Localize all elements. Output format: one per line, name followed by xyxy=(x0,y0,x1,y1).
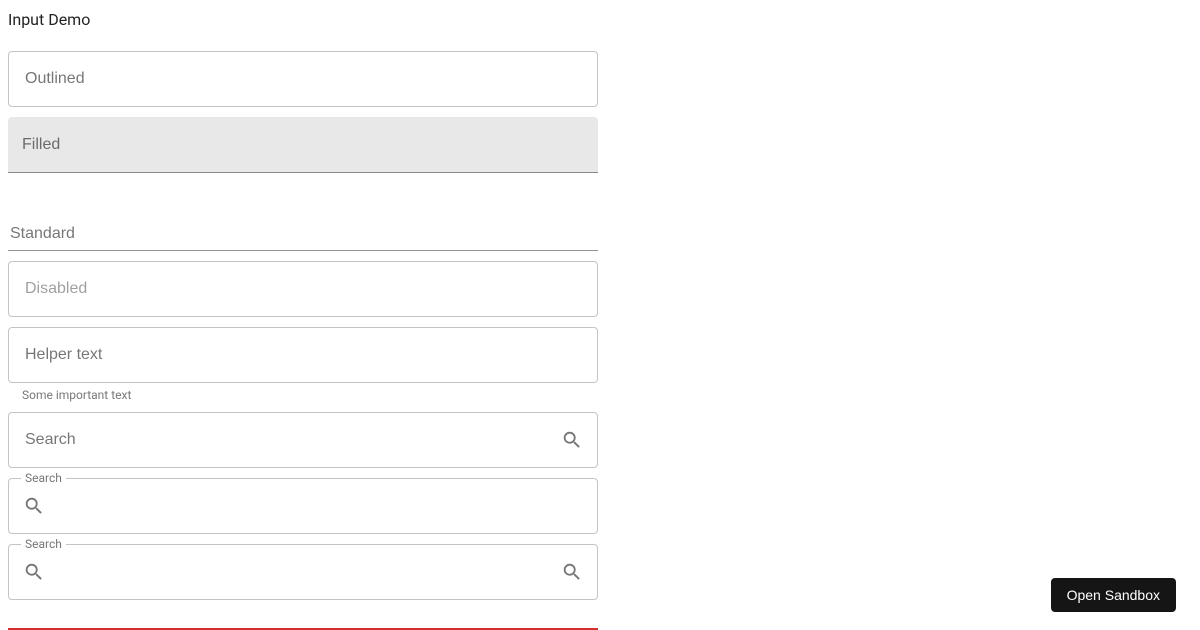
search-both-label: Search xyxy=(21,537,66,551)
search-end-input[interactable] xyxy=(23,430,561,450)
search-start-input-wrapper[interactable]: Search xyxy=(8,478,598,534)
standard-input-wrapper[interactable] xyxy=(8,203,598,251)
outlined-input[interactable] xyxy=(23,69,583,89)
helper-input[interactable] xyxy=(23,345,583,365)
page-title: Input Demo xyxy=(8,10,1192,29)
disabled-input-wrapper xyxy=(8,261,598,317)
helper-text: Some important text xyxy=(22,388,598,402)
filled-input[interactable] xyxy=(20,135,586,155)
search-both-input[interactable] xyxy=(53,562,561,582)
search-icon xyxy=(23,495,45,517)
search-end-input-wrapper[interactable] xyxy=(8,412,598,468)
search-start-label: Search xyxy=(21,471,66,485)
search-icon[interactable] xyxy=(561,561,583,583)
disabled-input xyxy=(23,279,583,299)
search-start-input[interactable] xyxy=(53,496,583,516)
helper-input-wrapper[interactable] xyxy=(8,327,598,383)
outlined-input-wrapper[interactable] xyxy=(8,51,598,107)
search-icon xyxy=(23,561,45,583)
open-sandbox-button[interactable]: Open Sandbox xyxy=(1051,578,1176,612)
filled-input-wrapper[interactable] xyxy=(8,117,598,173)
standard-input[interactable] xyxy=(8,224,598,244)
search-icon[interactable] xyxy=(561,429,583,451)
search-both-input-wrapper[interactable]: Search xyxy=(8,544,598,600)
